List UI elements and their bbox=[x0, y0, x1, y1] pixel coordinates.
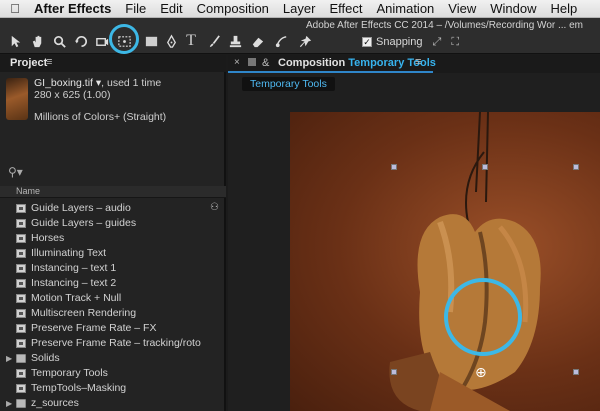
composition-icon bbox=[16, 324, 26, 333]
mask-tool-icon[interactable] bbox=[142, 32, 160, 50]
list-item[interactable]: Preserve Frame Rate – FX bbox=[0, 321, 226, 336]
project-search[interactable]: ⚲▾ bbox=[2, 165, 220, 179]
pen-tool-icon[interactable] bbox=[162, 32, 180, 50]
composition-icon bbox=[16, 249, 26, 258]
close-tab-icon[interactable]: × bbox=[234, 57, 240, 68]
folder-icon bbox=[16, 354, 26, 363]
list-item[interactable]: Illuminating Text bbox=[0, 246, 226, 261]
menu-composition[interactable]: Composition bbox=[190, 1, 276, 16]
boxing-gloves-image bbox=[389, 112, 541, 411]
menu-edit[interactable]: Edit bbox=[153, 1, 189, 16]
folder-item[interactable]: ▶ z_sources bbox=[0, 396, 226, 411]
column-header[interactable]: Name bbox=[0, 186, 226, 198]
menu-window[interactable]: Window bbox=[483, 1, 543, 16]
eraser-tool-icon[interactable] bbox=[248, 32, 266, 50]
composition-tab-name: Temporary Tools bbox=[348, 57, 436, 69]
composition-icon bbox=[16, 279, 26, 288]
footage-colors: Millions of Colors+ (Straight) bbox=[34, 111, 167, 123]
transform-handle[interactable] bbox=[573, 164, 579, 170]
lock-icon[interactable] bbox=[248, 58, 256, 66]
apple-icon[interactable]:  bbox=[0, 1, 30, 16]
menu-bar:  After Effects File Edit Composition La… bbox=[0, 0, 600, 18]
type-tool-icon[interactable]: T bbox=[182, 32, 200, 50]
menu-file[interactable]: File bbox=[118, 1, 153, 16]
tools-toolbar: Adobe After Effects CC 2014 – /Volumes/R… bbox=[0, 18, 600, 54]
list-item[interactable]: Guide Layers – audio bbox=[0, 201, 226, 216]
panel-menu-icon[interactable]: ≡ bbox=[46, 56, 52, 68]
list-item[interactable]: Instancing – text 2 bbox=[0, 276, 226, 291]
folder-item[interactable]: ▶ Solids bbox=[0, 351, 226, 366]
footage-info: GI_boxing.tif ▾, used 1 time 280 x 625 (… bbox=[34, 77, 161, 101]
pan-behind-cursor-icon: ⊕ bbox=[475, 364, 487, 380]
menu-layer[interactable]: Layer bbox=[276, 1, 323, 16]
expand-triangle-icon[interactable]: ▶ bbox=[6, 354, 12, 363]
composition-navigator-tab[interactable]: Temporary Tools bbox=[242, 77, 335, 91]
snapping-checkbox[interactable]: ✓ bbox=[362, 37, 372, 47]
composition-icon bbox=[16, 384, 26, 393]
composition-icon bbox=[16, 294, 26, 303]
composition-icon bbox=[16, 264, 26, 273]
search-icon: ⚲▾ bbox=[8, 165, 23, 179]
active-tab-underline bbox=[228, 71, 433, 73]
composition-panel: × & Composition Temporary Tools ≡ Tempor… bbox=[228, 55, 600, 411]
snap-edge-icon[interactable]: ⤢ bbox=[433, 36, 442, 49]
transform-handle[interactable] bbox=[391, 164, 397, 170]
list-item[interactable]: Motion Track + Null bbox=[0, 291, 226, 306]
composition-icon bbox=[16, 219, 26, 228]
composition-icon bbox=[16, 234, 26, 243]
footage-thumbnail bbox=[6, 78, 28, 120]
footage-usage: , used 1 time bbox=[101, 77, 162, 89]
expand-triangle-icon[interactable]: ▶ bbox=[6, 399, 12, 408]
link-icon: & bbox=[262, 57, 270, 69]
composition-icon bbox=[16, 369, 26, 378]
transform-handle[interactable] bbox=[391, 369, 397, 375]
hand-tool-icon[interactable] bbox=[28, 32, 46, 50]
snap-feature-icon[interactable]: ⛶ bbox=[451, 36, 459, 49]
list-item[interactable]: Temporary Tools bbox=[0, 366, 226, 381]
menu-view[interactable]: View bbox=[441, 1, 483, 16]
list-item[interactable]: Preserve Frame Rate – tracking/roto bbox=[0, 336, 226, 351]
list-item[interactable]: TempTools–Masking bbox=[0, 381, 226, 396]
list-item[interactable]: Multiscreen Rendering bbox=[0, 306, 226, 321]
composition-icon bbox=[16, 309, 26, 318]
composition-tab-bar: × & Composition Temporary Tools ≡ bbox=[228, 55, 600, 73]
selection-tool-icon[interactable] bbox=[6, 32, 24, 50]
footage-name[interactable]: GI_boxing.tif ▾ bbox=[34, 77, 101, 89]
composition-tab[interactable]: Composition Temporary Tools bbox=[278, 57, 436, 69]
panel-menu-icon[interactable]: ≡ bbox=[415, 56, 421, 68]
menu-effect[interactable]: Effect bbox=[322, 1, 369, 16]
composition-icon bbox=[16, 204, 26, 213]
transform-handle[interactable] bbox=[482, 164, 488, 170]
name-column-label: Name bbox=[16, 186, 41, 196]
clone-stamp-tool-icon[interactable] bbox=[226, 32, 244, 50]
menu-help[interactable]: Help bbox=[543, 1, 584, 16]
tool-highlight-ring bbox=[109, 24, 139, 54]
puppet-pin-tool-icon[interactable] bbox=[296, 32, 314, 50]
cursor-highlight-ring bbox=[444, 278, 522, 356]
menu-after-effects[interactable]: After Effects bbox=[30, 1, 118, 16]
list-item[interactable]: Instancing – text 1 bbox=[0, 261, 226, 276]
composition-tab-prefix: Composition bbox=[278, 57, 346, 69]
list-item[interactable]: Guide Layers – guides bbox=[0, 216, 226, 231]
rotation-tool-icon[interactable] bbox=[72, 32, 90, 50]
window-title: Adobe After Effects CC 2014 – /Volumes/R… bbox=[306, 20, 583, 31]
composition-viewer[interactable]: ⊕ bbox=[290, 112, 600, 411]
zoom-tool-icon[interactable] bbox=[50, 32, 68, 50]
menu-animation[interactable]: Animation bbox=[369, 1, 441, 16]
snapping-control[interactable]: ✓ Snapping ⤢ ⛶ bbox=[362, 34, 459, 50]
project-panel: Project ≡ GI_boxing.tif ▾, used 1 time 2… bbox=[0, 55, 226, 411]
footage-dimensions: 280 x 625 (1.00) bbox=[34, 89, 111, 101]
snapping-label: Snapping bbox=[376, 36, 423, 48]
composition-icon bbox=[16, 339, 26, 348]
transform-handle[interactable] bbox=[573, 369, 579, 375]
list-item[interactable]: Horses bbox=[0, 231, 226, 246]
folder-icon bbox=[16, 399, 26, 408]
roto-brush-tool-icon[interactable] bbox=[272, 32, 290, 50]
brush-tool-icon[interactable] bbox=[205, 32, 223, 50]
project-tab-bar: Project ≡ bbox=[0, 55, 226, 72]
